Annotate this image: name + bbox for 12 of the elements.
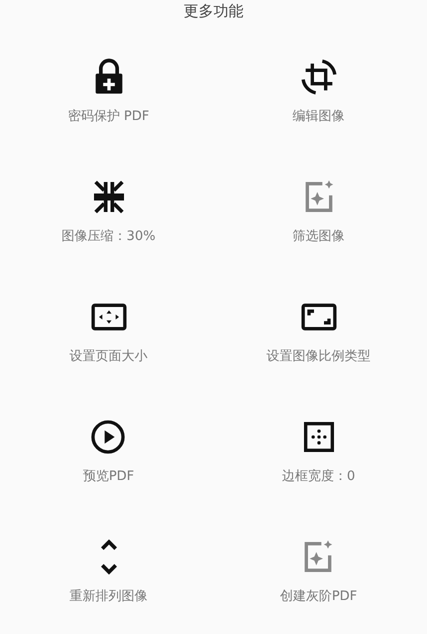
- page-title: 更多功能: [184, 1, 244, 21]
- feature-button[interactable]: 预览PDF: [82, 417, 134, 505]
- feature-button[interactable]: 设置页面大小: [70, 297, 148, 385]
- feature-button[interactable]: 设置图像比例类型: [266, 297, 370, 385]
- feature-button[interactable]: 创建灰阶PDF: [280, 537, 358, 625]
- feature-button[interactable]: 密码保护 PDF: [68, 57, 150, 145]
- feature-button[interactable]: 筛选图像: [292, 177, 344, 265]
- feature-button[interactable]: 边框宽度：0: [282, 417, 356, 505]
- feature-button[interactable]: 图像压缩：30%: [62, 177, 156, 265]
- feature-button[interactable]: 编辑图像: [292, 57, 344, 145]
- crop-rotate-icon: [298, 57, 338, 97]
- feature-button[interactable]: 重新排列图像: [70, 537, 148, 625]
